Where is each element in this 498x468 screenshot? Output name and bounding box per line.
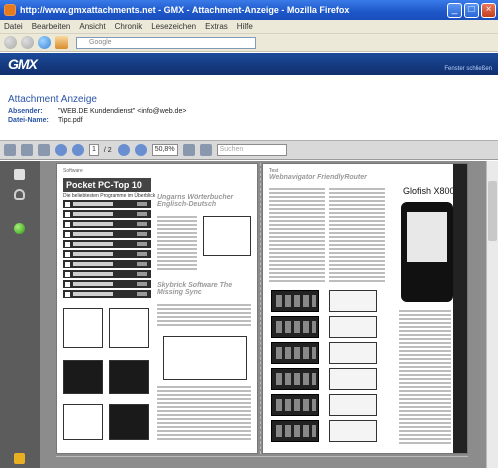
screenshot-image [63,404,103,440]
screenshot-image [271,420,319,442]
fit-width-icon[interactable] [199,144,212,156]
maximize-button[interactable]: □ [464,2,479,18]
list-item [63,260,151,269]
page-header: Software [63,168,83,174]
text-column [269,188,325,284]
menu-extras[interactable]: Extras [205,22,228,31]
screenshot-image [329,368,377,390]
save-icon[interactable] [21,144,33,156]
menu-lesezeichen[interactable]: Lesezeichen [151,22,196,31]
screenshot-image [63,360,103,394]
page-title: Attachment Anzeige [8,94,97,105]
text-column [157,216,197,272]
navigation-toolbar: Google [0,34,498,52]
menu-bar: Datei Bearbeiten Ansicht Chronik Lesezei… [0,20,498,34]
page-total: / 2 [103,146,112,154]
screenshot-image [163,336,247,380]
zoom-in-icon[interactable] [134,144,147,156]
firefox-icon [4,4,16,16]
section-heading: Skybrick Software The Missing Sync [157,282,233,296]
sender-value: "WEB.DE Kundendienst" <info@web.de> [58,108,187,115]
pdf-side-panel [0,161,40,468]
back-icon[interactable] [4,36,17,49]
section-heading: Ungarns Wörterbucher Englisch-Deutsch [157,194,234,208]
window-titlebar: http://www.gmxattachments.net - GMX - At… [0,0,498,20]
sender-label: Absender: [8,108,43,115]
search-input[interactable]: Google [76,36,256,49]
attachment-icon[interactable] [14,189,25,200]
list-item [63,290,151,299]
next-page-icon[interactable] [72,144,84,156]
pdf-page-right: Test Webnavigator FriendlyRouter Glofish… [262,163,468,454]
list-item [63,240,151,249]
filename-label: Datei-Name: [8,117,49,124]
minimize-button[interactable]: _ [447,2,462,18]
screenshot-image [271,342,319,364]
gmx-logo: GMX [8,56,38,72]
reload-icon[interactable] [38,36,51,49]
screenshot-image [329,394,377,416]
forward-icon[interactable] [21,36,34,49]
article-title: Pocket PC-Top 10 [63,178,151,192]
gmx-header: GMX Fenster schließen [0,53,498,75]
menu-datei[interactable]: Datei [4,22,23,31]
list-item [63,200,151,209]
home-icon[interactable] [55,36,68,49]
menu-ansicht[interactable]: Ansicht [79,22,105,31]
pda-device-image [401,202,453,302]
list-item [63,220,151,229]
screenshot-image [271,368,319,390]
product-title: Glofish X800 [403,186,455,196]
list-item [63,270,151,279]
close-window-link[interactable]: Fenster schließen [444,66,492,72]
pages-icon[interactable] [14,169,25,180]
text-column [157,304,251,328]
page-number-input[interactable]: 1 [89,144,99,156]
scrollbar-thumb[interactable] [488,181,497,241]
list-item [63,280,151,289]
pdf-toolbar: 1 / 2 50,8% Suchen [0,140,498,160]
screenshot-image [109,404,149,440]
screenshot-image [329,290,377,312]
page-separator [260,163,261,454]
screenshot-image [109,308,149,348]
zoom-out-icon[interactable] [117,144,130,156]
zoom-select[interactable]: 50,8% [151,144,178,156]
vertical-scrollbar[interactable] [486,161,498,468]
screenshot-image [329,342,377,364]
page-side-stripe [453,164,467,453]
text-column [157,386,251,442]
screenshot-image [63,308,103,348]
print-icon[interactable] [4,144,16,156]
pdf-search-input[interactable]: Suchen [216,144,287,156]
footer-line [56,456,468,457]
fit-page-icon[interactable] [182,144,195,156]
screenshot-image [329,420,377,442]
screenshot-image [329,316,377,338]
pdf-page-left: Software Pocket PC-Top 10 Die beliebtest… [56,163,258,454]
signature-icon[interactable] [14,223,25,234]
list-item [63,230,151,239]
menu-bearbeiten[interactable]: Bearbeiten [32,22,71,31]
screenshot-image [203,216,251,256]
screenshot-image [271,316,319,338]
screenshot-image [271,290,319,312]
warning-icon[interactable] [14,453,25,464]
section-heading: Webnavigator FriendlyRouter [269,174,367,181]
text-column [329,188,385,284]
menu-chronik[interactable]: Chronik [115,22,143,31]
attachment-meta: Absender: "WEB.DE Kundendienst" <info@web… [8,107,186,125]
text-column [399,310,451,446]
previous-page-icon[interactable] [55,144,67,156]
menu-hilfe[interactable]: Hilfe [237,22,253,31]
list-item [63,250,151,259]
close-button[interactable]: × [481,2,496,18]
article-subtitle: Die beliebtesten Programme im Überblick [63,193,156,199]
filename-value: Tipc.pdf [58,117,83,124]
window-title: http://www.gmxattachments.net - GMX - At… [20,5,350,15]
screenshot-image [271,394,319,416]
hand-tool-icon[interactable] [38,144,50,156]
screenshot-image [109,360,149,394]
list-item [63,210,151,219]
